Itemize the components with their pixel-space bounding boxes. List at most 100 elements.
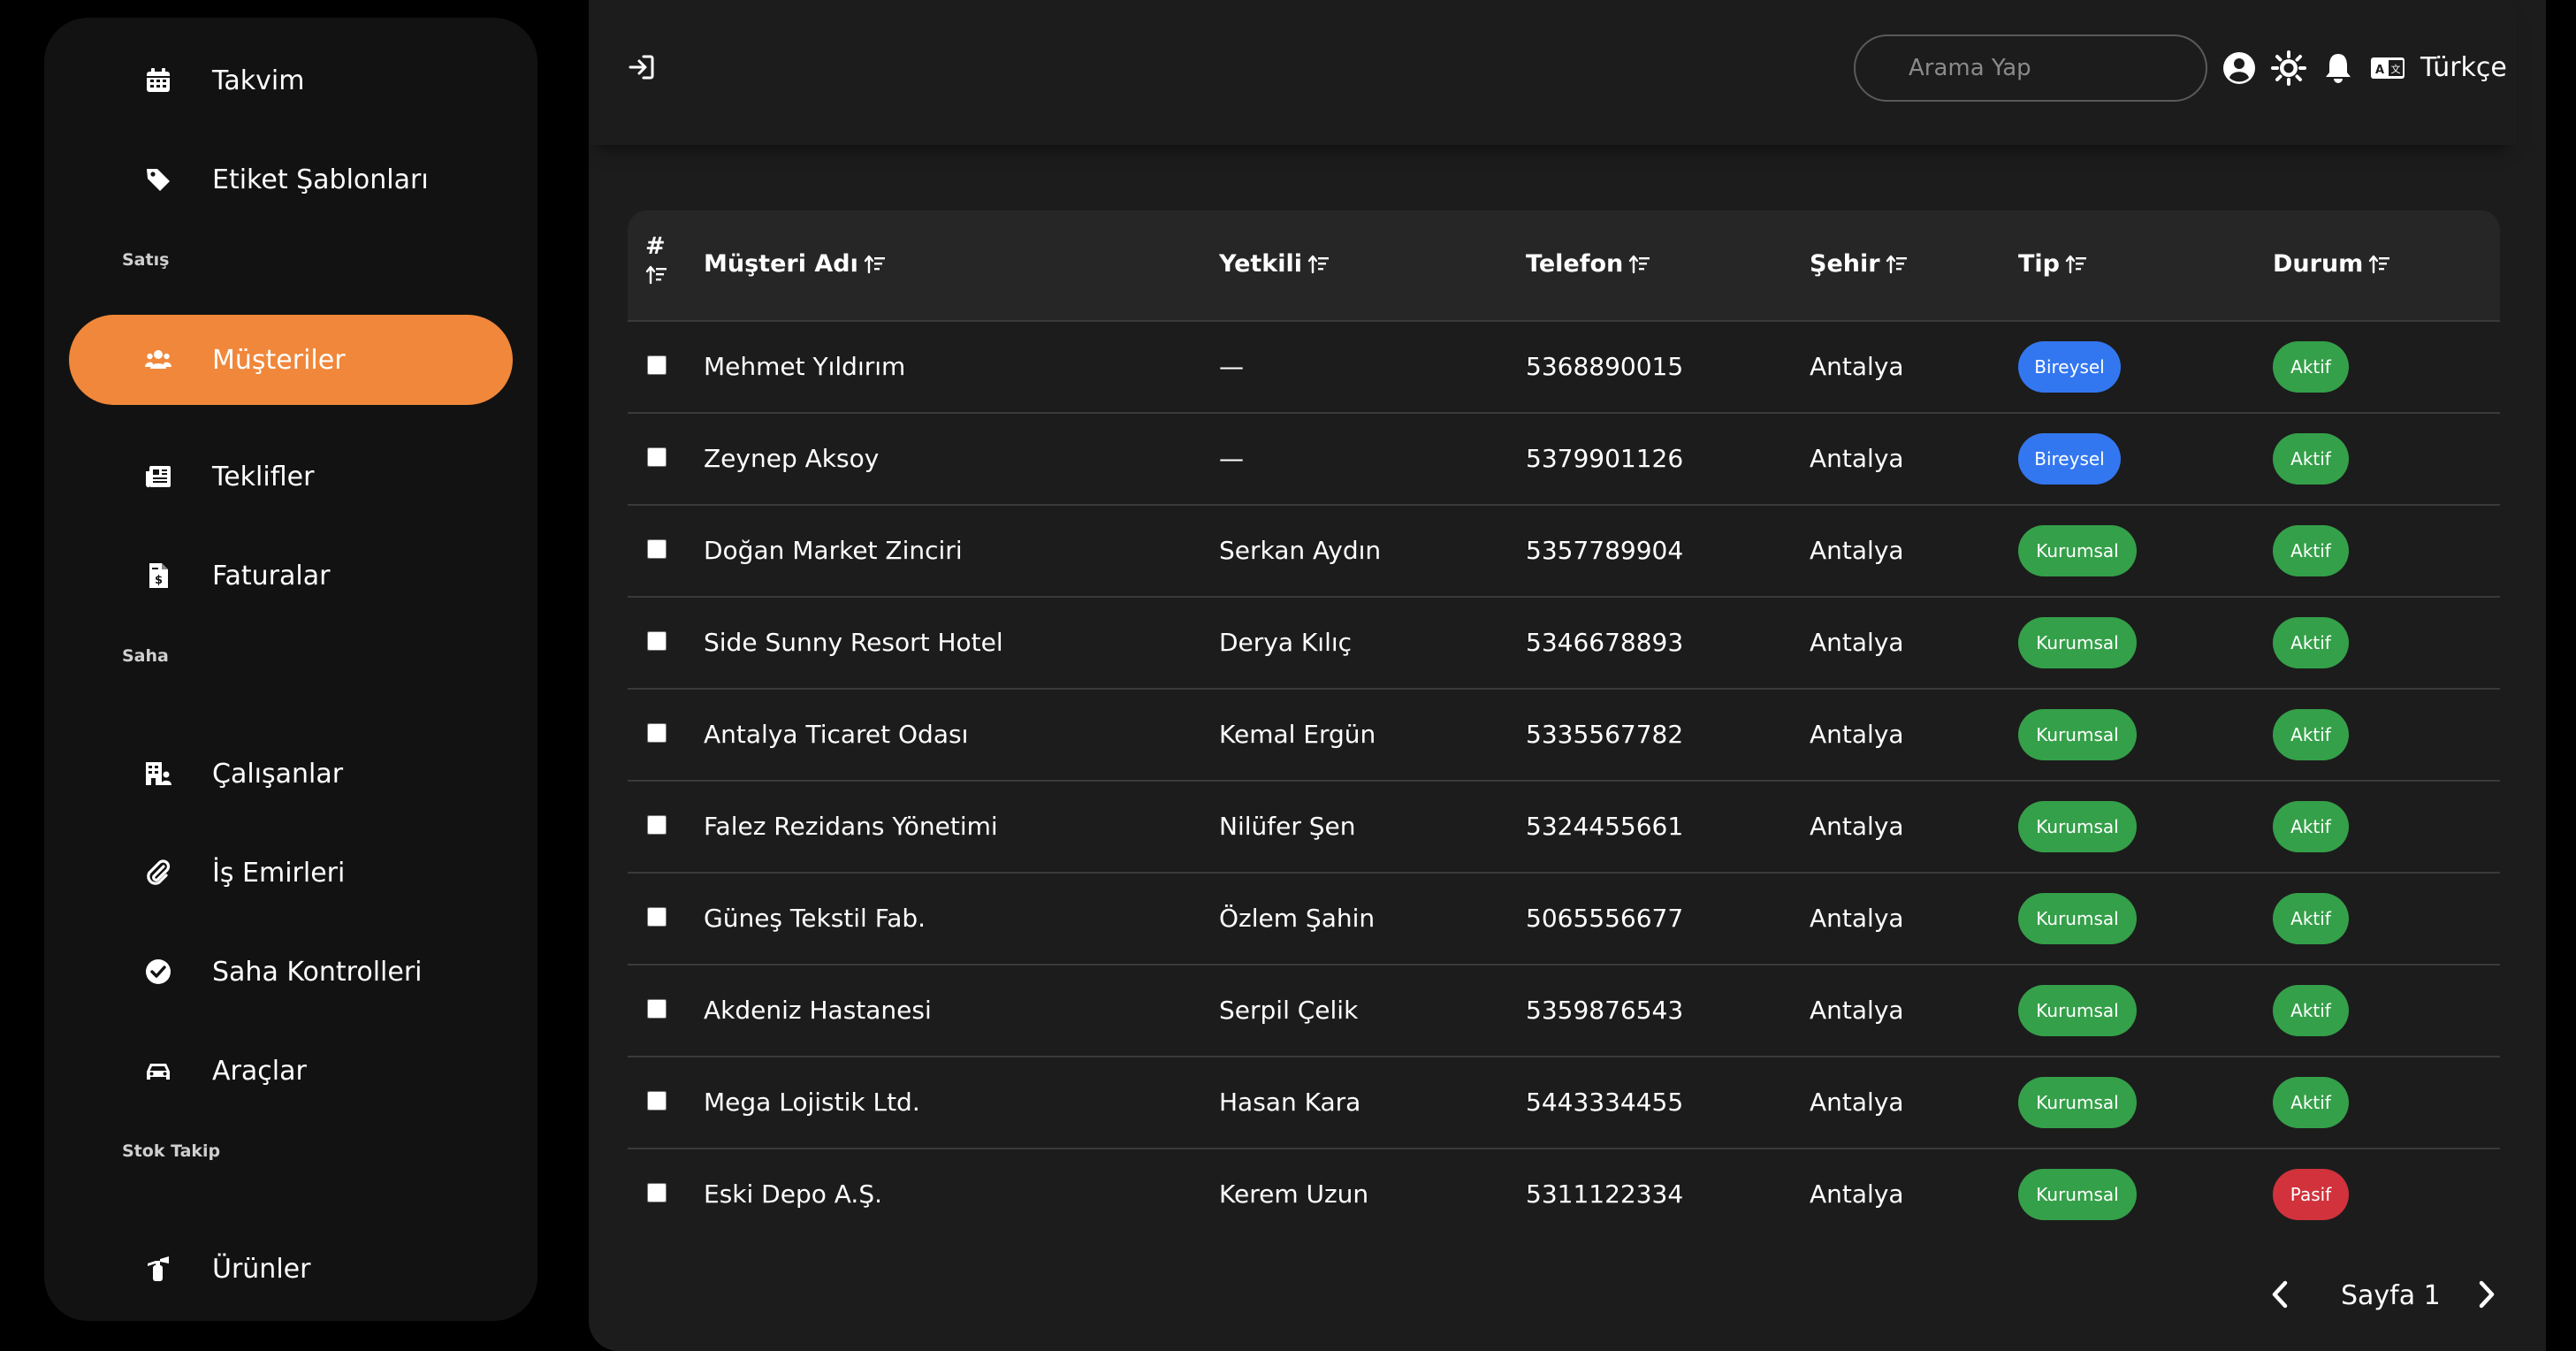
row-checkbox[interactable] [647,355,667,375]
table-header: # Müşteri Adı Yetkili Telefon Şehir Tip [628,210,2500,322]
cell-yetkili: Serpil Çelik [1219,996,1359,1025]
row-checkbox[interactable] [647,539,667,559]
row-checkbox[interactable] [647,999,667,1019]
column-header-tip[interactable]: Tip [2018,250,2088,278]
cell-musteri-adi: Mega Lojistik Ltd. [704,1088,920,1117]
row-checkbox[interactable] [647,723,667,743]
column-header-sehir[interactable]: Şehir [1810,250,1909,278]
cell-musteri-adi: Antalya Ticaret Odası [704,720,969,749]
row-checkbox[interactable] [647,907,667,927]
sidebar-item-label: Takvim [212,65,305,96]
sort-icon[interactable] [1886,253,1909,276]
row-checkbox[interactable] [647,1091,667,1111]
cell-yetkili: Kemal Ergün [1219,720,1376,749]
top-bar: A文 Türkçe [589,0,2516,145]
sidebar-item-araclar[interactable]: Araçlar [69,1026,513,1116]
cell-musteri-adi: Doğan Market Zinciri [704,536,963,565]
row-checkbox[interactable] [647,1183,667,1202]
cell-musteri-adi: Güneş Tekstil Fab. [704,904,926,933]
table-row[interactable]: Doğan Market Zinciri Serkan Aydın 53577899… [628,506,2500,598]
sidebar-item-etiket-sablonlari[interactable]: Etiket Şablonları [69,134,513,225]
cell-musteri-adi: Side Sunny Resort Hotel [704,628,1003,657]
sort-icon[interactable] [864,253,887,276]
table-row[interactable]: Side Sunny Resort Hotel Derya Kılıç 534667… [628,598,2500,690]
sun-icon[interactable] [2270,50,2307,87]
invoice-icon: $ [143,561,173,591]
cell-sehir: Antalya [1810,996,1904,1025]
language-icon[interactable]: A文 [2369,50,2406,87]
car-icon [143,1056,173,1086]
table-row[interactable]: Zeynep Aksoy — 5379901126 Antalya Bireysel Ak… [628,414,2500,506]
type-badge: Kurumsal [2018,1077,2137,1128]
sort-icon[interactable] [2065,253,2088,276]
cell-yetkili: — [1219,444,1244,473]
status-badge: Aktif [2273,709,2349,760]
calendar-icon [143,65,173,95]
type-badge: Bireysel [2018,341,2121,393]
bell-icon[interactable] [2320,50,2357,87]
table-row[interactable]: Mehmet Yıldırım — 5368890015 Antalya Bireyse… [628,322,2500,414]
cell-telefon: 5359876543 [1526,996,1684,1025]
column-header-telefon[interactable]: Telefon [1526,250,1651,278]
sidebar-item-is-emirleri[interactable]: İş Emirleri [69,828,513,918]
language-selector[interactable]: Türkçe [2420,50,2507,87]
previous-page-button[interactable] [2263,1277,2298,1312]
table-row[interactable]: Mega Lojistik Ltd. Hasan Kara 5443334455 An… [628,1057,2500,1149]
table-row[interactable]: Falez Rezidans Yönetimi Nilüfer Şen 532445… [628,782,2500,874]
sidebar-item-label: Müşteriler [212,344,346,376]
sort-icon[interactable] [645,263,668,286]
status-badge: Aktif [2273,617,2349,668]
cell-telefon: 5357789904 [1526,536,1684,565]
user-circle-icon[interactable] [2221,50,2258,87]
sidebar-item-label: Saha Kontrolleri [212,956,423,988]
cell-yetkili: Nilüfer Şen [1219,812,1356,841]
table-row[interactable]: Güneş Tekstil Fab. Özlem Şahin 5065556677 A… [628,874,2500,966]
cell-sehir: Antalya [1810,812,1904,841]
column-header-yetkili[interactable]: Yetkili [1219,250,1330,278]
sidebar-item-label: Faturalar [212,560,331,592]
table-row[interactable]: Akdeniz Hastanesi Serpil Çelik 5359876543 A… [628,966,2500,1057]
cell-yetkili: — [1219,352,1244,381]
sidebar-item-faturalar[interactable]: $ Faturalar [69,530,513,621]
sidebar-item-musteriler[interactable]: Müşteriler [69,315,513,405]
cell-yetkili: Özlem Şahin [1219,904,1376,933]
cell-telefon: 5335567782 [1526,720,1684,749]
sidebar-item-saha-kontrolleri[interactable]: Saha Kontrolleri [69,927,513,1017]
sidebar-item-teklifler[interactable]: Teklifler [69,431,513,522]
column-header-index[interactable]: # [645,233,668,286]
cell-yetkili: Serkan Aydın [1219,536,1382,565]
status-badge: Aktif [2273,341,2349,393]
type-badge: Kurumsal [2018,801,2137,852]
sidebar-item-takvim[interactable]: Takvim [69,35,513,126]
cell-yetkili: Kerem Uzun [1219,1179,1369,1209]
search-input[interactable] [1854,34,2207,102]
svg-text:文: 文 [2391,63,2401,75]
column-header-label: Şehir [1810,250,1880,278]
cell-telefon: 5065556677 [1526,904,1684,933]
cell-musteri-adi: Akdeniz Hastanesi [704,996,932,1025]
table-row[interactable]: Eski Depo A.Ş. Kerem Uzun 5311122334 Antaly… [628,1149,2500,1241]
section-label-stok-takip: Stok Takip [122,1141,221,1161]
tag-icon [143,164,173,195]
row-checkbox[interactable] [647,447,667,467]
type-badge: Bireysel [2018,433,2121,485]
table-row[interactable]: Antalya Ticaret Odası Kemal Ergün 53355677… [628,690,2500,782]
sort-icon[interactable] [1307,253,1330,276]
column-header-durum[interactable]: Durum [2273,250,2391,278]
sort-icon[interactable] [1628,253,1651,276]
sidebar-item-calisanlar[interactable]: Çalışanlar [69,729,513,819]
logout-icon[interactable] [626,51,658,83]
column-header-label: Durum [2273,250,2364,278]
status-badge: Aktif [2273,525,2349,576]
building-user-icon [143,759,173,789]
type-badge: Kurumsal [2018,525,2137,576]
next-page-button[interactable] [2468,1277,2504,1312]
section-label-saha: Saha [122,646,169,666]
column-header-musteri-adi[interactable]: Müşteri Adı [704,250,887,278]
row-checkbox[interactable] [647,631,667,651]
row-checkbox[interactable] [647,815,667,835]
check-circle-icon [143,957,173,987]
column-header-label: # [645,233,666,260]
sort-icon[interactable] [2368,253,2391,276]
sidebar-item-urunler[interactable]: Ürünler [69,1224,513,1314]
